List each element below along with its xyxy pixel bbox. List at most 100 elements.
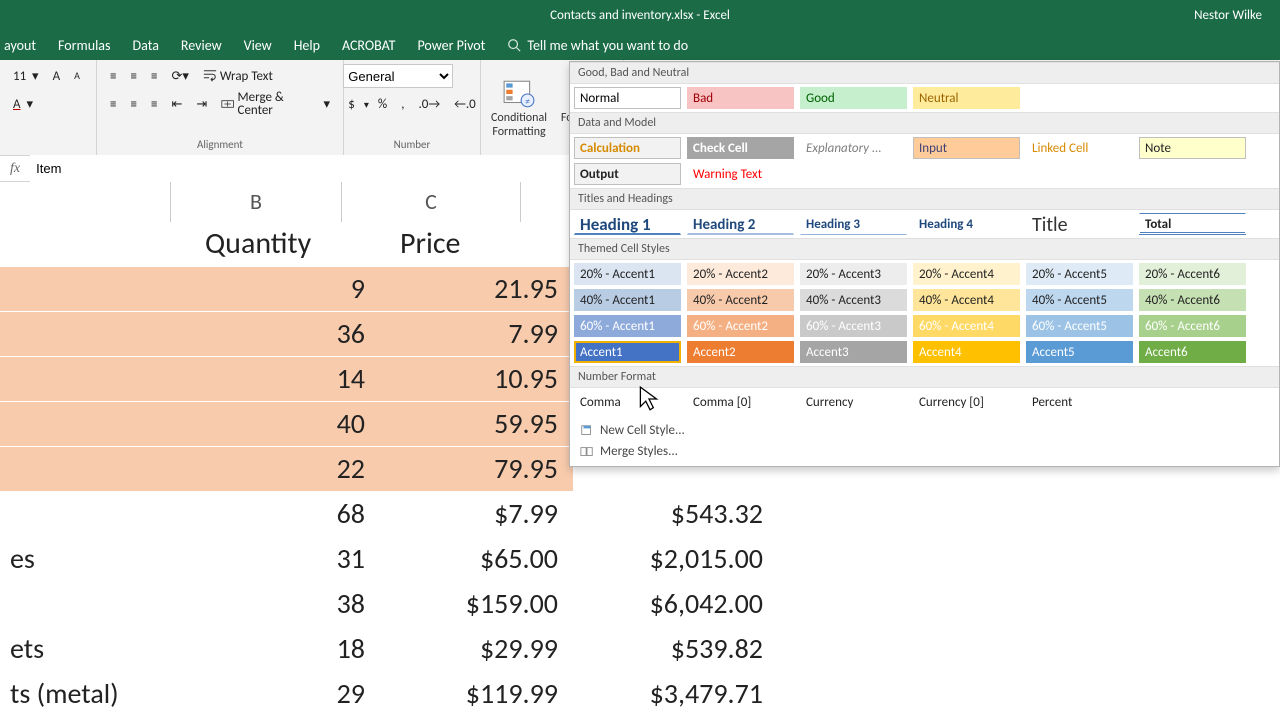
- align-bottom-icon[interactable]: ≡: [146, 64, 162, 88]
- style-20-accent1[interactable]: 20% - Accent1: [574, 263, 681, 285]
- comma-format-icon[interactable]: ,: [396, 92, 409, 116]
- style-20-accent3[interactable]: 20% - Accent3: [800, 263, 907, 285]
- conditional-formatting-button[interactable]: ≠ Conditional Formatting: [489, 79, 549, 139]
- gallery-section-themed: Themed Cell Styles: [570, 238, 1279, 260]
- style-60-accent5[interactable]: 60% - Accent5: [1026, 315, 1133, 337]
- style-heading2[interactable]: Heading 2: [687, 213, 794, 235]
- header-price[interactable]: Price: [390, 222, 593, 266]
- tab-layout[interactable]: ayout: [4, 37, 36, 54]
- tab-view[interactable]: View: [244, 37, 272, 54]
- style-accent3[interactable]: Accent3: [800, 341, 907, 363]
- col-header-b[interactable]: B: [171, 182, 342, 222]
- style-heading4[interactable]: Heading 4: [913, 213, 1020, 235]
- style-accent4[interactable]: Accent4: [913, 341, 1020, 363]
- style-accent2[interactable]: Accent2: [687, 341, 794, 363]
- tab-power-pivot[interactable]: Power Pivot: [417, 37, 485, 54]
- font-color-icon[interactable]: A ▾: [8, 92, 38, 116]
- percent-format-icon[interactable]: %: [373, 92, 392, 116]
- table-row[interactable]: ets18$29.99$539.82: [0, 627, 1280, 672]
- user-name: Nestor Wilke: [1194, 8, 1262, 23]
- header-quantity[interactable]: Quantity: [195, 222, 390, 266]
- style-explanatory[interactable]: Explanatory ...: [800, 137, 907, 159]
- style-currency[interactable]: Currency: [800, 391, 907, 413]
- table-row[interactable]: es31$65.00$2,015.00: [0, 537, 1280, 582]
- style-40-accent4[interactable]: 40% - Accent4: [913, 289, 1020, 311]
- style-normal[interactable]: Normal: [574, 87, 681, 109]
- style-40-accent6[interactable]: 40% - Accent6: [1139, 289, 1246, 311]
- font-shrink-icon[interactable]: A: [69, 64, 85, 88]
- style-60-accent3[interactable]: 60% - Accent3: [800, 315, 907, 337]
- merge-styles-menu[interactable]: Merge Styles...: [570, 441, 1279, 462]
- style-note[interactable]: Note: [1139, 137, 1246, 159]
- style-output[interactable]: Output: [574, 163, 681, 185]
- col-header-a[interactable]: [0, 182, 171, 222]
- style-20-accent2[interactable]: 20% - Accent2: [687, 263, 794, 285]
- style-20-accent5[interactable]: 20% - Accent5: [1026, 263, 1133, 285]
- currency-format-icon[interactable]: $: [343, 92, 360, 116]
- tab-review[interactable]: Review: [181, 37, 222, 54]
- gallery-section-good-bad: Good, Bad and Neutral: [570, 62, 1279, 84]
- decrease-indent-icon[interactable]: ⇤: [166, 92, 187, 116]
- style-currency0[interactable]: Currency [0]: [913, 391, 1020, 413]
- align-right-icon[interactable]: ≡: [146, 92, 162, 116]
- col-header-c[interactable]: C: [342, 182, 521, 222]
- style-20-accent6[interactable]: 20% - Accent6: [1139, 263, 1246, 285]
- alignment-group-label: Alignment: [197, 136, 243, 153]
- style-40-accent3[interactable]: 40% - Accent3: [800, 289, 907, 311]
- wrap-text-icon: [203, 69, 217, 83]
- style-total[interactable]: Total: [1139, 213, 1246, 235]
- style-60-accent4[interactable]: 60% - Accent4: [913, 315, 1020, 337]
- style-calculation[interactable]: Calculation: [574, 137, 681, 159]
- align-middle-icon[interactable]: ≡: [125, 64, 141, 88]
- title-bar: Contacts and inventory.xlsx - Excel Nest…: [0, 0, 1280, 30]
- style-heading3[interactable]: Heading 3: [800, 213, 907, 235]
- style-neutral[interactable]: Neutral: [913, 87, 1020, 109]
- increase-decimal-icon[interactable]: .0→: [413, 92, 445, 116]
- style-accent1[interactable]: Accent1: [574, 341, 681, 363]
- style-check-cell[interactable]: Check Cell: [687, 137, 794, 159]
- tab-acrobat[interactable]: ACROBAT: [342, 37, 396, 54]
- style-percent[interactable]: Percent: [1026, 391, 1133, 413]
- font-size-selector[interactable]: 11 ▾: [8, 64, 44, 88]
- style-title[interactable]: Title: [1026, 213, 1133, 235]
- tell-me-search[interactable]: Tell me what you want to do: [507, 37, 688, 54]
- search-icon: [507, 38, 521, 52]
- style-comma[interactable]: Comma: [574, 391, 681, 413]
- style-40-accent5[interactable]: 40% - Accent5: [1026, 289, 1133, 311]
- style-60-accent2[interactable]: 60% - Accent2: [687, 315, 794, 337]
- table-row[interactable]: 38$159.00$6,042.00: [0, 582, 1280, 627]
- number-format-select[interactable]: General: [343, 64, 453, 88]
- tab-formulas[interactable]: Formulas: [58, 37, 110, 54]
- style-heading1[interactable]: Heading 1: [574, 213, 681, 235]
- style-bad[interactable]: Bad: [687, 87, 794, 109]
- style-good[interactable]: Good: [800, 87, 907, 109]
- align-top-icon[interactable]: ≡: [105, 64, 121, 88]
- orientation-icon[interactable]: ⟳▾: [166, 64, 193, 88]
- fx-icon[interactable]: fx: [0, 161, 30, 177]
- increase-indent-icon[interactable]: ⇥: [191, 92, 212, 116]
- table-row[interactable]: ts (metal)29$119.99$3,479.71: [0, 672, 1280, 717]
- style-accent6[interactable]: Accent6: [1139, 341, 1246, 363]
- style-20-accent4[interactable]: 20% - Accent4: [913, 263, 1020, 285]
- align-left-icon[interactable]: ≡: [105, 92, 121, 116]
- font-grow-icon[interactable]: A: [48, 64, 66, 88]
- merge-center-button[interactable]: Merge & Center ▾: [216, 92, 335, 116]
- style-60-accent1[interactable]: 60% - Accent1: [574, 315, 681, 337]
- new-cell-style-menu[interactable]: New Cell Style...: [570, 420, 1279, 441]
- tab-help[interactable]: Help: [294, 37, 320, 54]
- align-center-icon[interactable]: ≡: [125, 92, 141, 116]
- number-group-label: Number: [394, 136, 431, 153]
- style-accent5[interactable]: Accent5: [1026, 341, 1133, 363]
- tab-data[interactable]: Data: [133, 37, 159, 54]
- decrease-decimal-icon[interactable]: ←.0: [449, 92, 481, 116]
- style-40-accent1[interactable]: 40% - Accent1: [574, 289, 681, 311]
- style-40-accent2[interactable]: 40% - Accent2: [687, 289, 794, 311]
- style-warning-text[interactable]: Warning Text: [687, 163, 794, 185]
- wrap-text-button[interactable]: Wrap Text: [198, 64, 278, 88]
- style-60-accent6[interactable]: 60% - Accent6: [1139, 315, 1246, 337]
- svg-text:≠: ≠: [525, 95, 530, 107]
- style-input[interactable]: Input: [913, 137, 1020, 159]
- style-comma0[interactable]: Comma [0]: [687, 391, 794, 413]
- table-row[interactable]: 68$7.99$543.32: [0, 492, 1280, 537]
- style-linked-cell[interactable]: Linked Cell: [1026, 137, 1133, 159]
